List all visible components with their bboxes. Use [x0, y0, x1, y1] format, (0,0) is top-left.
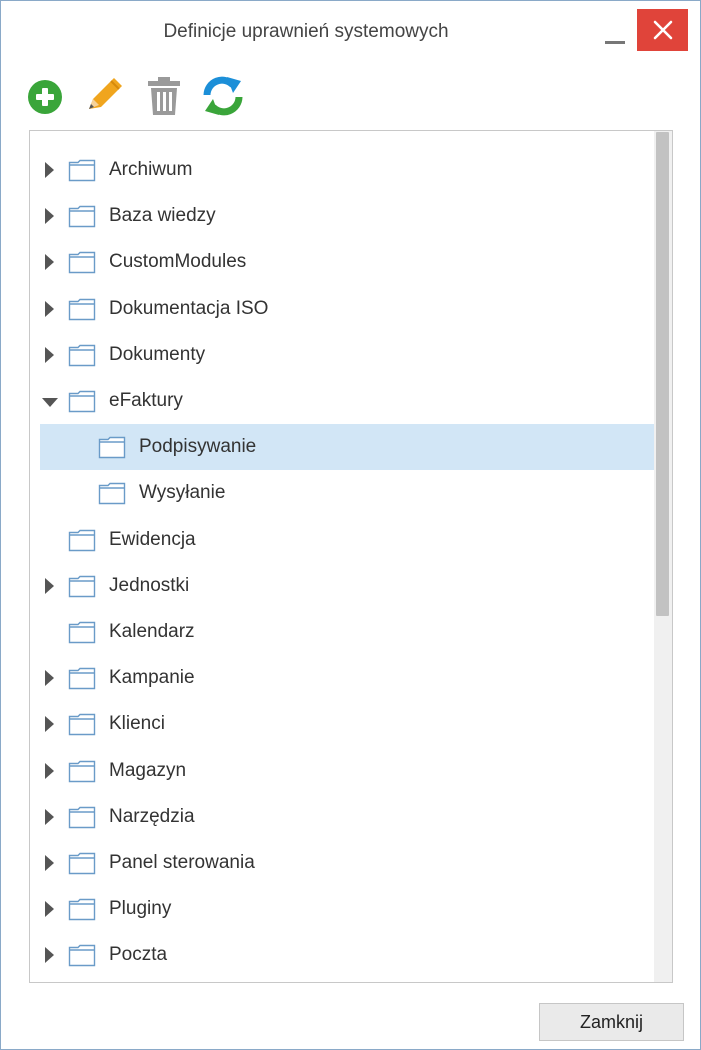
folder-icon	[68, 390, 96, 413]
close-window-button[interactable]	[637, 9, 688, 51]
delete-button[interactable]	[145, 73, 187, 117]
tree-item-label: Poczta	[109, 944, 168, 966]
tree-item[interactable]: Podpisywanie	[40, 424, 656, 471]
add-button[interactable]	[25, 73, 67, 117]
tree-item-label: Magazyn	[109, 759, 187, 781]
tree-item[interactable]: Archiwum	[40, 147, 656, 193]
minimize-button[interactable]	[601, 23, 629, 47]
tree-item[interactable]: Panel sterowania	[40, 840, 656, 886]
tree-item[interactable]: Narzędzia	[40, 794, 656, 840]
folder-icon	[68, 621, 96, 644]
tree-item[interactable]: Dokumenty	[40, 332, 656, 378]
folder-icon	[68, 760, 96, 782]
close-button[interactable]: Zamknij	[539, 1003, 684, 1041]
scrollbar-thumb[interactable]	[656, 132, 669, 616]
tree-item-label: Jednostki	[109, 574, 190, 596]
tree-item[interactable]: eFaktury	[40, 378, 656, 424]
trash-icon	[148, 77, 180, 115]
tree-item[interactable]: Jednostki	[40, 563, 656, 609]
vertical-scrollbar[interactable]	[654, 131, 672, 982]
folder-icon	[68, 945, 96, 967]
expand-arrow-icon[interactable]	[45, 762, 54, 779]
folder-icon	[98, 483, 126, 505]
tree-item-label: Panel sterowania	[109, 852, 255, 873]
tree-item-label: Pluginy	[109, 898, 172, 920]
folder-icon	[68, 898, 96, 921]
tree-item-label: Podpisywanie	[139, 436, 257, 458]
plus-circle-icon	[28, 80, 62, 114]
expand-arrow-icon[interactable]	[45, 901, 54, 918]
tree-item-label: Narzędzia	[109, 805, 195, 827]
window-title: Definicje uprawnień systemowych	[163, 21, 449, 42]
tree-item[interactable]: Klienci	[40, 701, 656, 747]
tree-item-label: Klienci	[109, 713, 165, 735]
folder-icon	[68, 575, 96, 597]
expand-arrow-icon[interactable]	[45, 300, 54, 317]
expand-arrow-icon[interactable]	[45, 162, 54, 178]
tree-item[interactable]: CustomModules	[40, 239, 656, 285]
tree-item[interactable]: Magazyn	[40, 748, 656, 794]
expand-arrow-icon[interactable]	[45, 208, 54, 225]
pencil-icon	[89, 78, 122, 109]
expand-arrow-icon[interactable]	[45, 855, 54, 871]
expand-arrow-icon[interactable]	[45, 808, 54, 825]
folder-icon	[68, 714, 96, 736]
tree-item[interactable]: Kampanie	[40, 655, 656, 701]
close-icon	[653, 20, 672, 40]
tree-item[interactable]: Kalendarz	[40, 609, 656, 655]
refresh-icon	[203, 76, 243, 116]
tree-item[interactable]: Dokumentacja ISO	[40, 286, 656, 332]
tree-item-label: Wysyłanie	[139, 482, 226, 504]
collapse-arrow-icon[interactable]	[42, 398, 58, 407]
tree-item-label: Ewidencja	[109, 528, 196, 550]
tree-item-label: Kampanie	[109, 667, 195, 689]
expand-arrow-icon[interactable]	[45, 254, 54, 271]
tree-item[interactable]: Baza wiedzy	[40, 193, 656, 239]
folder-icon	[68, 344, 96, 366]
folder-icon	[68, 298, 96, 320]
tree-item[interactable]: Ewidencja	[40, 517, 656, 563]
folder-icon	[68, 667, 96, 690]
folder-icon	[68, 806, 96, 828]
dialog-window: Definicje uprawnień systemowych Archiwum…	[0, 0, 701, 1050]
tree-item-label: Dokumenty	[109, 343, 206, 365]
refresh-button[interactable]	[201, 73, 243, 117]
tree-item-label: Kalendarz	[109, 621, 195, 642]
title-bar: Definicje uprawnień systemowych	[1, 1, 700, 63]
edit-button[interactable]	[81, 73, 123, 117]
tree-item[interactable]: Pluginy	[40, 886, 656, 932]
folder-icon	[68, 205, 96, 228]
expand-arrow-icon[interactable]	[45, 670, 54, 687]
tree-item-label: Archiwum	[109, 159, 193, 180]
tree-item-label: Dokumentacja ISO	[109, 297, 269, 319]
tree-item[interactable]: Poczta	[40, 932, 656, 978]
permissions-tree[interactable]: Archiwum Baza wiedzy CustomModules Dokument…	[29, 130, 673, 983]
folder-icon	[68, 852, 96, 875]
tree-item-label: Baza wiedzy	[109, 205, 216, 227]
expand-arrow-icon[interactable]	[45, 716, 54, 733]
folder-icon	[68, 529, 96, 551]
tree-item-label: eFaktury	[109, 390, 183, 411]
expand-arrow-icon[interactable]	[45, 346, 54, 363]
tree-item-label: CustomModules	[109, 251, 247, 273]
tree-item[interactable]: Wysyłanie	[40, 470, 656, 516]
expand-arrow-icon[interactable]	[45, 577, 54, 594]
expand-arrow-icon[interactable]	[45, 947, 54, 964]
folder-icon	[68, 159, 96, 182]
folder-icon	[98, 436, 126, 459]
folder-icon	[68, 252, 96, 274]
